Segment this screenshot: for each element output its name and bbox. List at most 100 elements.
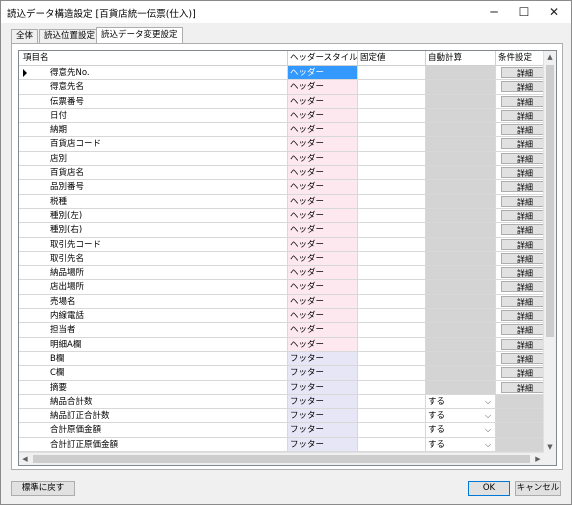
table-row[interactable]: 品別番号 ヘッダー 詳細 [19, 180, 556, 195]
fixed-value-cell[interactable] [358, 80, 426, 95]
header-style-cell[interactable]: ヘッダー [288, 294, 358, 310]
detail-button[interactable]: 詳細 [501, 367, 549, 379]
fixed-value-cell[interactable] [358, 423, 426, 438]
table-row[interactable]: 得意先No. ヘッダー 詳細 [19, 66, 556, 81]
row-indicator-cell[interactable] [19, 395, 32, 410]
maximize-icon[interactable]: ☐ [509, 1, 539, 23]
vertical-scrollbar[interactable]: ▲ ▼ [543, 51, 556, 453]
fixed-value-cell[interactable] [358, 237, 426, 252]
detail-button[interactable]: 詳細 [501, 324, 549, 336]
detail-button[interactable]: 詳細 [501, 167, 549, 179]
detail-button[interactable]: 詳細 [501, 181, 549, 193]
fixed-value-cell[interactable] [358, 137, 426, 152]
chevron-down-icon[interactable]: ⌵ [482, 396, 494, 407]
table-row[interactable]: 種別(右) ヘッダー 詳細 [19, 223, 556, 238]
header-style-cell[interactable]: ヘッダー [288, 66, 358, 81]
detail-button[interactable]: 詳細 [501, 95, 549, 107]
col-header-style[interactable]: ヘッダースタイル [288, 51, 358, 65]
detail-button[interactable]: 詳細 [501, 352, 549, 364]
row-indicator-cell[interactable] [19, 123, 32, 138]
row-indicator-cell[interactable] [19, 366, 32, 381]
header-style-cell[interactable]: ヘッダー [288, 166, 358, 181]
row-indicator-cell[interactable] [19, 438, 32, 453]
fixed-value-cell[interactable] [358, 409, 426, 424]
tab-overall[interactable]: 全体 [11, 29, 39, 43]
header-style-cell[interactable]: フッター [288, 380, 358, 395]
detail-button[interactable]: 詳細 [501, 295, 549, 307]
table-row[interactable]: 納品合計数 フッター する ⌵ [19, 394, 556, 410]
col-header-name[interactable]: 項目名 [19, 51, 288, 65]
chevron-down-icon[interactable]: ⌵ [482, 424, 494, 435]
auto-calc-cell[interactable]: する ⌵ [426, 394, 496, 410]
detail-button[interactable]: 詳細 [501, 310, 549, 322]
row-indicator-cell[interactable] [19, 195, 32, 209]
row-indicator-cell[interactable] [19, 209, 32, 224]
detail-button[interactable]: 詳細 [501, 267, 549, 279]
row-indicator-cell[interactable] [19, 66, 32, 81]
table-row[interactable]: 百貨店コード ヘッダー 詳細 [19, 137, 556, 152]
detail-button[interactable]: 詳細 [501, 195, 549, 207]
table-row[interactable]: 明細A欄 ヘッダー 詳細 [19, 337, 556, 352]
auto-calc-cell[interactable]: する ⌵ [426, 409, 496, 424]
fixed-value-cell[interactable] [358, 351, 426, 367]
detail-button[interactable]: 詳細 [501, 252, 549, 264]
row-indicator-cell[interactable] [19, 381, 32, 395]
fixed-value-cell[interactable] [358, 380, 426, 395]
header-style-cell[interactable]: ヘッダー [288, 108, 358, 124]
minimize-icon[interactable]: ─ [479, 1, 509, 23]
table-row[interactable]: 納品場所 ヘッダー 詳細 [19, 266, 556, 281]
header-style-cell[interactable]: ヘッダー [288, 151, 358, 167]
header-style-cell[interactable]: ヘッダー [288, 337, 358, 352]
header-style-cell[interactable]: ヘッダー [288, 94, 358, 109]
header-style-cell[interactable]: フッター [288, 437, 358, 453]
header-style-cell[interactable]: ヘッダー [288, 208, 358, 224]
table-row[interactable]: 得意先名 ヘッダー 詳細 [19, 80, 556, 95]
col-header-cond[interactable]: 条件設定 [496, 51, 544, 65]
row-indicator-cell[interactable] [19, 295, 32, 310]
table-row[interactable]: 伝票番号 ヘッダー 詳細 [19, 94, 556, 109]
ok-button[interactable]: OK [468, 481, 510, 496]
fixed-value-cell[interactable] [358, 123, 426, 138]
auto-calc-cell[interactable]: する ⌵ [426, 437, 496, 453]
fixed-value-cell[interactable] [358, 294, 426, 310]
detail-button[interactable]: 詳細 [501, 381, 549, 393]
fixed-value-cell[interactable] [358, 366, 426, 381]
header-style-cell[interactable]: フッター [288, 423, 358, 438]
close-icon[interactable]: ✕ [539, 1, 569, 23]
row-indicator-cell[interactable] [19, 223, 32, 238]
table-row[interactable]: 税種 ヘッダー 詳細 [19, 194, 556, 209]
chevron-down-icon[interactable]: ⌵ [482, 410, 494, 421]
reset-default-button[interactable]: 標準に戻す [11, 481, 75, 496]
header-style-cell[interactable]: フッター [288, 366, 358, 381]
table-row[interactable]: C欄 フッター 詳細 [19, 366, 556, 381]
header-style-cell[interactable]: フッター [288, 394, 358, 410]
row-indicator-cell[interactable] [19, 80, 32, 95]
header-style-cell[interactable]: フッター [288, 409, 358, 424]
table-row[interactable]: 店出場所 ヘッダー 詳細 [19, 280, 556, 295]
auto-calc-cell[interactable]: する ⌵ [426, 423, 496, 438]
table-row[interactable]: 内線電話 ヘッダー 詳細 [19, 309, 556, 324]
row-indicator-cell[interactable] [19, 423, 32, 438]
header-style-cell[interactable]: ヘッダー [288, 280, 358, 295]
header-style-cell[interactable]: フッター [288, 351, 358, 367]
table-row[interactable]: 売場名 ヘッダー 詳細 [19, 294, 556, 310]
row-indicator-cell[interactable] [19, 338, 32, 352]
scroll-right-icon[interactable]: ▶ [532, 453, 544, 465]
detail-button[interactable]: 詳細 [501, 152, 549, 164]
row-indicator-cell[interactable] [19, 352, 32, 367]
header-style-cell[interactable]: ヘッダー [288, 180, 358, 195]
vertical-scroll-thumb[interactable] [546, 65, 554, 337]
table-row[interactable]: 取引先名 ヘッダー 詳細 [19, 251, 556, 267]
header-style-cell[interactable]: ヘッダー [288, 123, 358, 138]
row-indicator-cell[interactable] [19, 323, 32, 338]
scroll-down-icon[interactable]: ▼ [544, 441, 556, 453]
header-style-cell[interactable]: ヘッダー [288, 237, 358, 252]
table-row[interactable]: 納品訂正合計数 フッター する ⌵ [19, 409, 556, 424]
fixed-value-cell[interactable] [358, 166, 426, 181]
horizontal-scrollbar[interactable]: ◀ ▶ [19, 452, 544, 465]
fixed-value-cell[interactable] [358, 280, 426, 295]
row-indicator-cell[interactable] [19, 95, 32, 109]
row-indicator-cell[interactable] [19, 266, 32, 281]
horizontal-scroll-thumb[interactable] [33, 455, 530, 463]
scroll-up-icon[interactable]: ▲ [544, 51, 556, 63]
